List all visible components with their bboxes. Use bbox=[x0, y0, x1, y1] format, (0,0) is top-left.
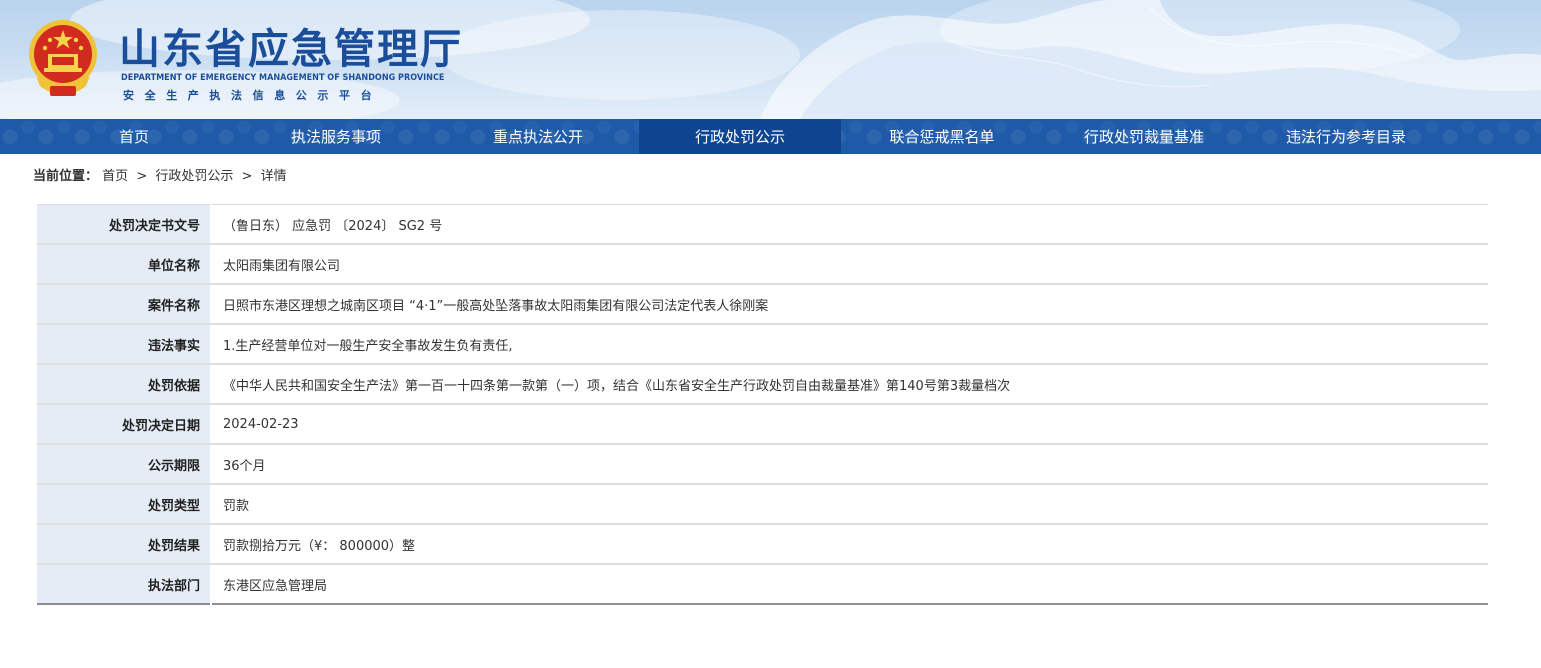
site-title: 山东省应急管理厅 bbox=[119, 25, 463, 73]
breadcrumb-separator: > bbox=[136, 169, 148, 184]
breadcrumb-label: 当前位置： bbox=[33, 169, 99, 184]
field-value: 罚款捌拾万元（¥： 800000）整 bbox=[211, 524, 1488, 565]
table-row: 处罚依据 《中华人民共和国安全生产法》第一百一十四条第一款第（一）项，结合《山东… bbox=[37, 364, 1488, 405]
nav-item-home[interactable]: 首页 bbox=[33, 119, 235, 154]
field-value: 2024-02-23 bbox=[211, 404, 1488, 445]
site-subtitle: 安全生产执法信息公示平台 bbox=[123, 89, 383, 102]
field-value: 36个月 bbox=[211, 444, 1488, 485]
breadcrumb-penalty-link[interactable]: 行政处罚公示 bbox=[155, 169, 233, 184]
table-row: 处罚决定书文号 （鲁日东） 应急罚 〔2024〕 SG2 号 bbox=[37, 204, 1488, 245]
nav-item-enforcement-services[interactable]: 执法服务事项 bbox=[235, 119, 437, 154]
field-label: 公示期限 bbox=[37, 444, 212, 485]
breadcrumb: 当前位置： 首页 > 行政处罚公示 > 详情 bbox=[33, 165, 287, 184]
field-label: 处罚依据 bbox=[37, 364, 212, 405]
field-label: 违法事实 bbox=[37, 324, 212, 365]
field-label: 处罚结果 bbox=[37, 524, 212, 565]
field-label: 执法部门 bbox=[37, 564, 212, 604]
field-value: 1.生产经营单位对一般生产安全事故发生负有责任, bbox=[211, 324, 1488, 365]
main-nav: 首页 执法服务事项 重点执法公开 行政处罚公示 联合惩戒黑名单 行政处罚裁量基准… bbox=[0, 119, 1541, 154]
field-value: 日照市东港区理想之城南区项目 “4·1”一般高处坠落事故太阳雨集团有限公司法定代… bbox=[211, 284, 1488, 325]
nav-item-blacklist[interactable]: 联合惩戒黑名单 bbox=[841, 119, 1043, 154]
field-label: 处罚类型 bbox=[37, 484, 212, 525]
nav-item-penalty-benchmark[interactable]: 行政处罚裁量基准 bbox=[1043, 119, 1245, 154]
national-emblem-icon bbox=[29, 20, 97, 96]
breadcrumb-separator: > bbox=[241, 169, 253, 184]
field-value: 《中华人民共和国安全生产法》第一百一十四条第一款第（一）项，结合《山东省安全生产… bbox=[211, 364, 1488, 405]
header-banner: 山东省应急管理厅 DEPARTMENT OF EMERGENCY MANAGEM… bbox=[0, 0, 1541, 119]
table-row: 公示期限 36个月 bbox=[37, 444, 1488, 485]
penalty-detail-table: 处罚决定书文号 （鲁日东） 应急罚 〔2024〕 SG2 号 单位名称 太阳雨集… bbox=[37, 204, 1488, 605]
table-row: 单位名称 太阳雨集团有限公司 bbox=[37, 244, 1488, 285]
table-row: 执法部门 东港区应急管理局 bbox=[37, 564, 1488, 604]
field-label: 单位名称 bbox=[37, 244, 212, 285]
field-value: 罚款 bbox=[211, 484, 1488, 525]
breadcrumb-home-link[interactable]: 首页 bbox=[102, 169, 128, 184]
field-value: 东港区应急管理局 bbox=[211, 564, 1488, 604]
field-value: 太阳雨集团有限公司 bbox=[211, 244, 1488, 285]
breadcrumb-current: 详情 bbox=[260, 169, 287, 184]
table-row: 处罚类型 罚款 bbox=[37, 484, 1488, 525]
nav-item-violation-catalog[interactable]: 违法行为参考目录 bbox=[1245, 119, 1447, 154]
field-label: 案件名称 bbox=[37, 284, 212, 325]
nav-item-key-enforcement[interactable]: 重点执法公开 bbox=[437, 119, 639, 154]
nav-item-penalty-disclosure[interactable]: 行政处罚公示 bbox=[639, 119, 841, 154]
table-row: 违法事实 1.生产经营单位对一般生产安全事故发生负有责任, bbox=[37, 324, 1488, 365]
table-row: 处罚决定日期 2024-02-23 bbox=[37, 404, 1488, 445]
field-value: （鲁日东） 应急罚 〔2024〕 SG2 号 bbox=[211, 204, 1488, 245]
table-row: 案件名称 日照市东港区理想之城南区项目 “4·1”一般高处坠落事故太阳雨集团有限… bbox=[37, 284, 1488, 325]
field-label: 处罚决定书文号 bbox=[37, 204, 212, 245]
site-title-english: DEPARTMENT OF EMERGENCY MANAGEMENT OF SH… bbox=[121, 73, 445, 83]
field-label: 处罚决定日期 bbox=[37, 404, 212, 445]
table-row: 处罚结果 罚款捌拾万元（¥： 800000）整 bbox=[37, 524, 1488, 565]
